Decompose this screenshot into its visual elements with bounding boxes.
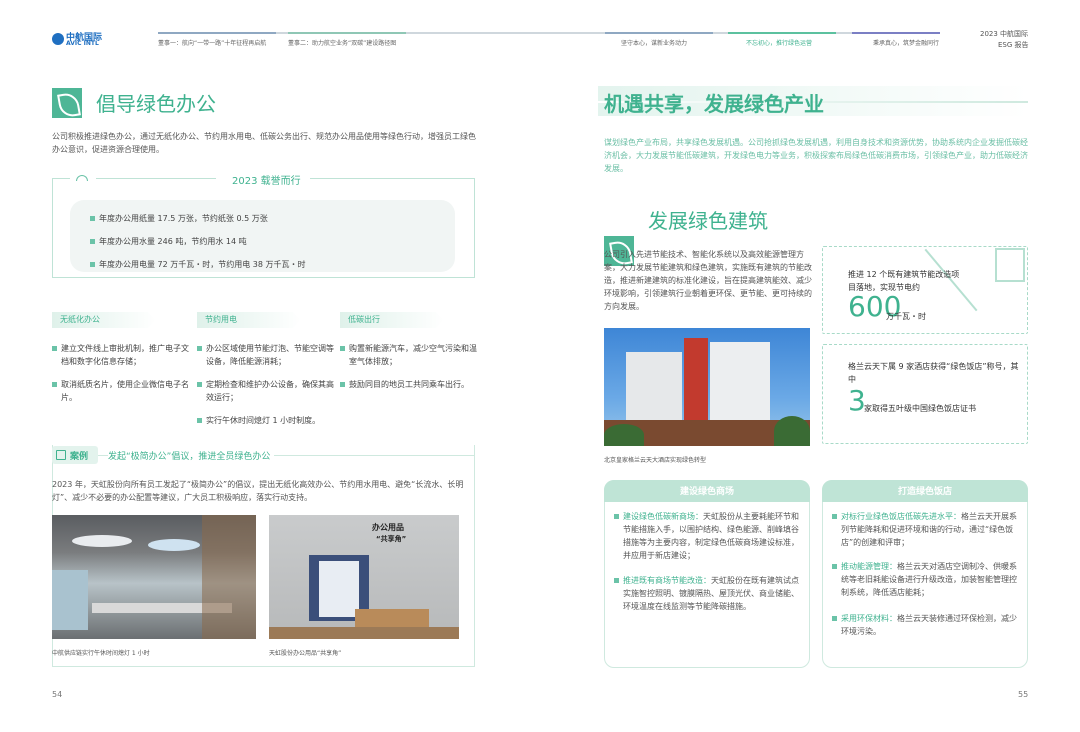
column-item: 办公区域使用节能灯泡、节能空调等设备，降低能源消耗； [197, 342, 335, 368]
card1-item: 推进既有商场节能改造：天虹股份在既有建筑试点实施智控照明、镀膜隔热、屋顶光伏、商… [614, 574, 802, 613]
card1-title: 建设绿色商场 [679, 487, 734, 497]
case-text: 2023 年，天虹股份向所有员工发起了“极简办公”的倡议，提出无纸化高效办公、节… [52, 480, 464, 502]
header-nav-item[interactable]: 秉承真心，筑梦金融同行 [873, 38, 939, 47]
photo-hotel [604, 328, 810, 446]
column-item: 定期检查和维护办公设备，确保其高效运行； [197, 378, 335, 404]
photo2-sign-sub: “共享角” [376, 535, 407, 543]
header-rule-accent-5 [852, 32, 940, 34]
right-page-number: 55 [1018, 690, 1029, 699]
leaf-icon [52, 88, 82, 118]
book-icon [56, 450, 66, 460]
photo1-caption: 中航供应链实行午休时间熄灯 1 小时 [52, 650, 150, 657]
column-item: 鼓励同目的地员工共同乘车出行。 [340, 378, 480, 391]
card2-title: 打造绿色饭店 [897, 487, 952, 497]
right-section-text: 公司引入先进节能技术、智能化系统以及高效能源管理方案，大力发展节能建筑和绿色建筑… [604, 250, 812, 311]
report-title: 2023 中航国际 [980, 30, 1029, 38]
stat-item: 年度办公用纸量 17.5 万张，节约纸张 0.5 万张 [90, 212, 268, 225]
stat-item: 年度办公用水量 246 吨，节约用水 14 吨 [90, 235, 247, 248]
header-rule-accent-3 [605, 32, 713, 34]
column-item: 取消纸质名片，使用企业微信电子名片。 [52, 378, 192, 404]
case-badge-label: 案例 [70, 452, 89, 462]
header-nav-item[interactable]: 坚守本心，谋新业务动力 [621, 38, 687, 47]
report-subtitle: ESG 报告 [998, 41, 1029, 49]
header-rule-accent-1 [158, 32, 276, 34]
banner-text: 谋划绿色产业布局，共享绿色发展机遇。公司抢抓绿色发展机遇，利用自身技术和资源优势… [604, 138, 1028, 173]
column-item: 实行午休时间熄灯 1 小时制度。 [197, 414, 335, 427]
case-title: 发起“极简办公”倡议，推进全员绿色办公 [108, 449, 275, 462]
logo-en: AVIC INTL [66, 40, 99, 47]
header-nav-item[interactable]: 董事一：航向“一带一路”十年征程再启航 [158, 38, 266, 47]
card2-item: 对标行业绿色饭店低碳先进水平：格兰云天开展系列节能降耗和促进环境和谐的行动，通过… [832, 510, 1020, 549]
logo-emblem-icon [52, 33, 64, 45]
card2-item: 推动能源管理：格兰云天对酒店空调制冷、供暖系统等老旧耗能设备进行升级改造，加装智… [832, 560, 1020, 599]
card1-item: 建设绿色低碳新商场：天虹股份从主要耗能环节和节能措施入手，以围护结构、绿色能源、… [614, 510, 802, 562]
column-tag-label: 节约用电 [205, 315, 237, 324]
photo-office-lights [52, 515, 256, 639]
photo2-sign: 办公用品 [372, 523, 404, 532]
header-logo: 中航国际 AVIC INTL [52, 30, 112, 50]
header-nav-item[interactable]: 董事二：助力航空业务“双碳”建设路径图 [288, 38, 396, 47]
column-item: 购置新能源汽车，减少空气污染和温室气体排放； [340, 342, 480, 368]
column-tag-label: 低碳出行 [348, 315, 380, 324]
sprout-icon [76, 175, 88, 181]
header-nav-item-active[interactable]: 不忘初心，推行绿色运营 [746, 38, 812, 47]
stat1-unit: 万千瓦・时 [886, 312, 926, 321]
column-item: 建立文件线上审批机制，推广电子文档和数字化信息存储； [52, 342, 192, 368]
stat2-unit: 家取得五叶级中国绿色饭店证书 [864, 404, 976, 413]
stats-box-title-line [96, 178, 216, 179]
header-rule-accent-2 [288, 32, 406, 34]
banner-title: 机遇共享，发展绿色产业 [604, 92, 824, 116]
card2-item: 采用环保材料：格兰云天装修通过环保检测，减少环境污染。 [832, 612, 1020, 638]
left-intro: 公司积极推进绿色办公，通过无纸化办公、节约用水用电、低碳公务出行、规范办公用品使… [52, 132, 476, 154]
stats-box-title: 2023 载誉而行 [232, 176, 301, 187]
photo-sharing-corner [269, 515, 459, 639]
left-section-title: 倡导绿色办公 [96, 92, 216, 116]
left-page-number: 54 [52, 690, 63, 699]
column-tag-label: 无纸化办公 [60, 315, 100, 324]
right-section-title: 发展绿色建筑 [648, 209, 768, 233]
stat-item: 年度办公用电量 72 万千瓦・时，节约用电 38 万千瓦・时 [90, 258, 306, 271]
hotel-photo-caption: 北京皇家格兰云天大酒店实现绿色转型 [604, 457, 707, 464]
photo2-caption: 天虹股份办公用品“共享角” [269, 650, 342, 657]
building-icon [995, 248, 1025, 282]
stat2-text: 格兰云天下属 9 家酒店获得“绿色饭店”称号，其中 [848, 362, 1019, 384]
header-rule-accent-4 [728, 32, 836, 34]
